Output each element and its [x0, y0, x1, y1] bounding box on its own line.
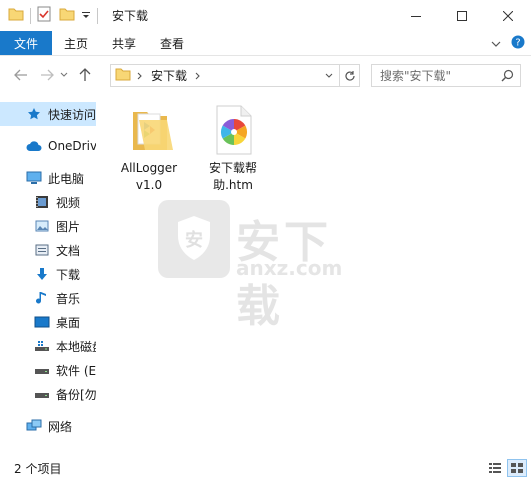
file-name: AllLogger v1.0 — [120, 161, 178, 192]
address-path[interactable]: 安下载 — [151, 67, 187, 84]
status-bar: 2 个项目 — [0, 454, 531, 482]
tab-share[interactable]: 共享 — [100, 31, 148, 55]
folder-icon — [125, 104, 173, 156]
close-button[interactable] — [485, 0, 531, 31]
maximize-icon — [457, 10, 467, 21]
sidebar-item-documents[interactable]: 文档 — [0, 238, 96, 262]
large-icons-view-icon — [511, 463, 523, 473]
ribbon-right-controls: ? — [491, 31, 525, 56]
expand-ribbon-icon[interactable] — [491, 37, 501, 51]
shield-icon: 安 — [178, 216, 210, 260]
star-icon — [26, 106, 42, 122]
properties-icon[interactable] — [37, 6, 51, 25]
folder-icon[interactable] — [8, 7, 24, 24]
sidebar-item-pictures[interactable]: 图片 — [0, 214, 96, 238]
folder-icon — [115, 67, 131, 84]
new-folder-icon[interactable] — [59, 7, 75, 24]
help-icon[interactable]: ? — [511, 35, 525, 52]
file-item-alllogger[interactable]: AllLogger v1.0 — [111, 104, 187, 194]
drive-icon — [34, 386, 50, 402]
chevron-right-icon[interactable] — [195, 69, 201, 83]
close-icon — [503, 10, 513, 21]
navigation-bar: 安下载 搜索"安下载" — [0, 56, 531, 94]
customize-toolbar-icon[interactable] — [81, 9, 91, 23]
large-icons-view-button[interactable] — [507, 459, 527, 477]
refresh-icon — [344, 70, 355, 81]
watermark-badge: 安 — [158, 200, 230, 278]
sidebar-item-network[interactable]: 网络 — [0, 414, 96, 438]
minimize-icon — [411, 15, 421, 17]
window-title: 安下载 — [112, 9, 149, 23]
refresh-button[interactable] — [339, 65, 359, 86]
svg-text:?: ? — [515, 38, 520, 49]
navigation-pane: 快速访问 OneDrive 此电脑 视频 图片 文档 下载 — [0, 94, 96, 454]
cloud-icon — [26, 138, 42, 154]
sidebar-item-quick-access[interactable]: 快速访问 — [0, 102, 96, 126]
document-icon — [34, 242, 50, 258]
forward-arrow-icon — [41, 69, 54, 81]
sidebar-item-downloads[interactable]: 下载 — [0, 262, 96, 286]
back-button[interactable] — [10, 64, 32, 86]
minimize-button[interactable] — [393, 0, 439, 31]
download-icon — [34, 266, 50, 282]
title-bar: 安下载 — [0, 0, 531, 31]
sidebar-item-music[interactable]: 音乐 — [0, 286, 96, 310]
item-count: 2 个项目 — [14, 461, 62, 476]
details-view-button[interactable] — [485, 459, 505, 477]
details-view-icon — [489, 463, 501, 473]
picture-icon — [34, 218, 50, 234]
forward-button[interactable] — [36, 64, 58, 86]
quick-access-toolbar — [0, 0, 104, 31]
sidebar-item-videos[interactable]: 视频 — [0, 190, 96, 214]
svg-text:安: 安 — [185, 229, 203, 251]
network-icon — [26, 418, 42, 434]
chevron-down-icon — [325, 73, 333, 78]
recent-locations-button[interactable] — [58, 64, 70, 86]
chevron-down-icon — [60, 72, 68, 77]
video-icon — [34, 194, 50, 210]
computer-icon — [26, 170, 42, 186]
search-icon[interactable] — [501, 69, 514, 85]
address-history-button[interactable] — [321, 65, 337, 86]
drive-icon — [34, 338, 50, 354]
window-controls — [393, 0, 531, 31]
drive-icon — [34, 362, 50, 378]
sidebar-item-local-disk[interactable]: 本地磁盘 — [0, 334, 96, 358]
view-switcher — [485, 459, 527, 477]
tab-home[interactable]: 主页 — [52, 31, 100, 55]
file-name: 安下载帮 助.htm — [208, 161, 257, 192]
back-arrow-icon — [14, 69, 27, 81]
maximize-button[interactable] — [439, 0, 485, 31]
up-arrow-icon — [79, 68, 91, 81]
toolbar-divider — [97, 7, 98, 24]
up-button[interactable] — [74, 64, 96, 86]
sidebar-item-backup-drive[interactable]: 备份[勿 — [0, 382, 96, 406]
search-input[interactable]: 搜索"安下载" — [380, 67, 451, 84]
desktop-icon — [34, 314, 50, 330]
chevron-right-icon[interactable] — [137, 69, 143, 83]
sidebar-item-desktop[interactable]: 桌面 — [0, 310, 96, 334]
toolbar-divider — [30, 7, 31, 24]
tab-file[interactable]: 文件 — [0, 31, 53, 55]
search-box[interactable]: 搜索"安下载" — [371, 64, 521, 87]
file-item-help-htm[interactable]: 安下载帮 助.htm — [195, 104, 271, 194]
sidebar-item-software-drive[interactable]: 软件 (E — [0, 358, 96, 382]
watermark-domain: anxz.com — [236, 256, 343, 280]
music-icon — [34, 290, 50, 306]
sidebar-item-this-pc[interactable]: 此电脑 — [0, 166, 96, 190]
tab-view[interactable]: 查看 — [148, 31, 196, 55]
address-bar[interactable]: 安下载 — [110, 64, 360, 87]
ribbon-tabs: 文件 主页 共享 查看 ? — [0, 31, 531, 56]
watermark-logo: 安 安下载 anxz.com — [158, 200, 378, 332]
sidebar-item-onedrive[interactable]: OneDrive — [0, 134, 96, 158]
html-file-icon — [209, 104, 257, 156]
